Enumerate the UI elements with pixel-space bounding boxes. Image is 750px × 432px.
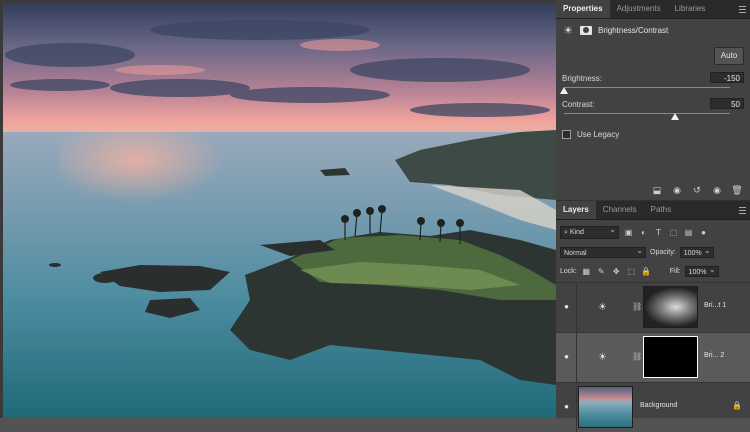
reset-icon[interactable]: ↺ <box>690 183 704 197</box>
adjustment-name: Brightness/Contrast <box>598 25 669 35</box>
fill-label: Fill: <box>669 267 681 275</box>
delete-icon[interactable]: 🗑 <box>730 183 744 197</box>
opacity-label: Opacity: <box>650 248 676 256</box>
link-icon[interactable]: ⛓ <box>632 302 642 311</box>
lock-image-icon[interactable]: ✎ <box>596 266 607 277</box>
mask-icon[interactable] <box>580 25 592 35</box>
tab-properties[interactable]: Properties <box>556 0 610 18</box>
brightness-input[interactable]: -150 <box>710 72 744 83</box>
brightness-label: Brightness: <box>562 74 603 83</box>
lock-transparent-icon[interactable]: ▦ <box>581 266 592 277</box>
canvas-border <box>0 0 556 418</box>
layer-row-selected[interactable]: ● ☀ ⛓ Bri... 2 <box>556 332 750 382</box>
auto-button[interactable]: Auto <box>714 47 744 65</box>
panel-menu-icon[interactable] <box>734 0 750 18</box>
filter-pixel-icon[interactable]: ▣ <box>623 227 634 238</box>
contrast-slider-track[interactable] <box>564 113 730 114</box>
filter-toggle-icon[interactable]: ● <box>698 227 709 238</box>
use-legacy-checkbox[interactable] <box>562 130 571 139</box>
properties-tabbar: Properties Adjustments Libraries <box>556 0 750 19</box>
eye-icon[interactable]: ● <box>561 352 572 361</box>
brightness-icon: ☀ <box>598 352 607 363</box>
use-legacy-row: Use Legacy <box>562 130 619 139</box>
document-canvas[interactable] <box>0 0 556 418</box>
layers-menu-icon[interactable] <box>734 201 750 219</box>
brightness-icon: ☀ <box>598 302 607 313</box>
filter-shape-icon[interactable]: ⬚ <box>668 227 679 238</box>
brightness-icon: ☀ <box>563 24 573 37</box>
eye-icon[interactable]: ● <box>561 402 572 411</box>
contrast-label: Contrast: <box>562 100 595 109</box>
divider <box>576 383 577 432</box>
filter-kind-value: Kind <box>569 228 584 236</box>
tab-paths[interactable]: Paths <box>644 201 678 219</box>
lock-position-icon[interactable]: ✥ <box>611 266 622 277</box>
opacity-input[interactable]: 100% <box>679 245 714 258</box>
tab-channels[interactable]: Channels <box>596 201 644 219</box>
tab-adjustments[interactable]: Adjustments <box>610 0 668 18</box>
filter-smart-object-icon[interactable]: ▤ <box>683 227 694 238</box>
panel-dock: Properties Adjustments Libraries ☀ Brigh… <box>556 0 750 432</box>
background-thumbnail[interactable] <box>578 386 633 428</box>
layer-name[interactable]: Bri... 2 <box>704 352 724 359</box>
brightness-slider-track[interactable] <box>564 87 730 88</box>
lock-artboard-icon[interactable]: ⬚ <box>626 266 637 277</box>
blend-mode-select[interactable]: Normal <box>560 245 646 258</box>
adjustment-header: ☀ Brightness/Contrast <box>562 22 668 38</box>
use-legacy-label: Use Legacy <box>577 130 620 139</box>
lock-all-icon[interactable]: 🔒 <box>641 266 652 277</box>
tab-layers[interactable]: Layers <box>556 201 596 219</box>
layer-filter-row: ⌕ Kind ▣ ◐ T ⬚ ▤ ● <box>556 224 750 240</box>
tab-libraries[interactable]: Libraries <box>668 0 713 18</box>
properties-footer: ⬓ ◉ ↺ ◉ 🗑 <box>556 183 750 197</box>
fill-input[interactable]: 100% <box>684 264 719 277</box>
contrast-slider-thumb[interactable] <box>670 113 679 120</box>
layers-tabbar: Layers Channels Paths <box>556 201 750 220</box>
clip-to-layer-icon[interactable]: ⬓ <box>650 183 664 197</box>
visibility-icon[interactable]: ◉ <box>710 183 724 197</box>
filter-type-icon[interactable]: T <box>653 227 664 238</box>
layer-name[interactable]: Bri...t 1 <box>704 302 726 309</box>
layer-mask-thumbnail[interactable] <box>643 336 698 378</box>
view-previous-icon[interactable]: ◉ <box>670 183 684 197</box>
layer-name[interactable]: Background <box>640 402 677 409</box>
link-icon[interactable]: ⛓ <box>632 352 642 361</box>
eye-icon[interactable]: ● <box>561 302 572 311</box>
divider <box>576 283 577 332</box>
brightness-slider-thumb[interactable] <box>560 87 568 94</box>
layer-row-background[interactable]: ● Background 🔒 <box>556 382 750 432</box>
blend-row: Normal Opacity: 100% <box>556 244 750 260</box>
layers-panel: Layers Channels Paths ⌕ Kind ▣ ◐ T ⬚ ▤ ●… <box>556 201 750 432</box>
filter-kind-select[interactable]: ⌕ Kind <box>560 224 619 239</box>
divider <box>576 333 577 382</box>
contrast-input[interactable]: 50 <box>710 98 744 109</box>
filter-adjustment-icon[interactable]: ◐ <box>638 227 649 238</box>
lock-label: Lock: <box>560 267 577 275</box>
layer-mask-thumbnail[interactable] <box>643 286 698 328</box>
properties-panel: Properties Adjustments Libraries ☀ Brigh… <box>556 0 750 200</box>
layer-row[interactable]: ● ☀ ⛓ Bri...t 1 <box>556 282 750 332</box>
lock-icon: 🔒 <box>732 401 742 410</box>
lock-row: Lock: ▦ ✎ ✥ ⬚ 🔒 Fill: 100% <box>556 263 750 279</box>
